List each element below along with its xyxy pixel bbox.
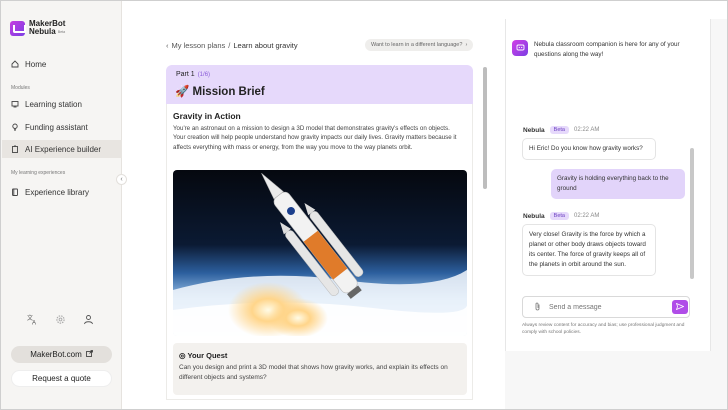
send-icon bbox=[675, 302, 685, 312]
sidebar-item-home[interactable]: Home bbox=[2, 55, 122, 73]
logo-mark-icon bbox=[10, 20, 26, 36]
sidebar: MakerBot Nebula Beta Home Modules Learni… bbox=[1, 1, 122, 409]
quest-box: ◎ Your Quest Can you design and print a … bbox=[173, 343, 467, 395]
logo-badge: Beta bbox=[57, 30, 66, 34]
request-quote-label: Request a quote bbox=[32, 374, 91, 383]
sender-name: Nebula bbox=[523, 212, 545, 220]
translate-icon[interactable]: 文A bbox=[27, 314, 38, 328]
learning-icon bbox=[11, 100, 19, 108]
breadcrumb-parent-link[interactable]: My lesson plans bbox=[172, 41, 226, 50]
language-switch-button[interactable]: Want to learn in a different language? › bbox=[365, 39, 474, 51]
message-time: 02:22 AM bbox=[574, 127, 600, 133]
clipboard-icon bbox=[11, 145, 19, 153]
rocket-launch-image bbox=[173, 170, 467, 336]
experiences-section-label: My learning experiences bbox=[11, 170, 66, 176]
svg-text:A: A bbox=[32, 321, 36, 326]
lesson-content: Gravity in Action You're an astronaut on… bbox=[166, 104, 473, 400]
target-icon: ◎ bbox=[179, 351, 186, 360]
sidebar-item-label: Home bbox=[25, 59, 47, 69]
section-title: Gravity in Action bbox=[173, 111, 241, 121]
lightbulb-icon bbox=[11, 123, 19, 131]
quest-text: Can you design and print a 3D model that… bbox=[179, 364, 448, 381]
sidebar-item-label: Experience library bbox=[25, 187, 90, 197]
utility-icons: 文A bbox=[27, 314, 94, 328]
modules-section-label: Modules bbox=[11, 85, 30, 91]
nebula-bot-avatar-icon bbox=[512, 40, 528, 56]
sender-name: Nebula bbox=[523, 126, 545, 134]
user-icon[interactable] bbox=[83, 314, 94, 328]
collapse-sidebar-button[interactable]: ‹ bbox=[116, 174, 127, 185]
home-icon bbox=[11, 60, 19, 68]
breadcrumb-current: Learn about gravity bbox=[233, 41, 298, 50]
message-input[interactable] bbox=[549, 303, 689, 311]
settings-gear-icon[interactable] bbox=[55, 314, 66, 328]
chevron-right-icon: › bbox=[465, 42, 468, 48]
chat-disclaimer: Always review content for accuracy and b… bbox=[522, 323, 685, 335]
lesson-card-header: Part 1 (1/6) 🚀 Mission Brief bbox=[166, 65, 473, 104]
sidebar-item-label: AI Experience builder bbox=[25, 144, 102, 154]
sidebar-item-label: Funding assistant bbox=[25, 122, 88, 132]
chevron-left-icon: ‹ bbox=[166, 41, 169, 50]
beta-badge: Beta bbox=[549, 212, 569, 220]
external-link-icon bbox=[85, 350, 93, 359]
chevron-left-icon: ‹ bbox=[120, 176, 123, 183]
message-time: 02:22 AM bbox=[574, 213, 600, 219]
makerbot-nebula-logo[interactable]: MakerBot Nebula Beta bbox=[10, 20, 65, 36]
section-text: You're an astronaut on a mission to desi… bbox=[173, 125, 457, 151]
mission-title: Mission Brief bbox=[192, 86, 265, 98]
bot-message: Hi Eric! Do you know how gravity works? bbox=[522, 138, 656, 160]
content-scrollbar[interactable] bbox=[483, 67, 487, 189]
sidebar-item-label: Learning station bbox=[25, 99, 82, 109]
book-icon bbox=[11, 188, 19, 196]
request-quote-button[interactable]: Request a quote bbox=[11, 370, 112, 387]
message-meta: Nebula Beta 02:22 AM bbox=[523, 126, 599, 134]
sidebar-item-ai-experience-builder[interactable]: AI Experience builder bbox=[2, 140, 122, 158]
sidebar-item-learning-station[interactable]: Learning station bbox=[2, 95, 122, 113]
sidebar-item-experience-library[interactable]: Experience library bbox=[2, 183, 122, 201]
bot-message: Very close! Gravity is the force by whic… bbox=[522, 224, 656, 276]
attachment-icon[interactable] bbox=[529, 302, 545, 313]
user-message: Gravity is holding everything back to th… bbox=[551, 169, 685, 199]
logo-line2: Nebula bbox=[29, 27, 56, 36]
quest-title: Your Quest bbox=[187, 351, 228, 360]
breadcrumb-separator: / bbox=[228, 41, 231, 50]
makerbot-link-label: MakerBot.com bbox=[30, 350, 82, 359]
part-label: Part 1 bbox=[176, 71, 195, 78]
message-meta: Nebula Beta 02:22 AM bbox=[523, 212, 599, 220]
makerbot-link-button[interactable]: MakerBot.com bbox=[11, 346, 112, 363]
message-input-box bbox=[522, 296, 690, 318]
breadcrumb: ‹ My lesson plans / Learn about gravity bbox=[166, 41, 298, 50]
chat-scrollbar[interactable] bbox=[690, 148, 694, 279]
rocket-icon: 🚀 bbox=[175, 86, 190, 98]
beta-badge: Beta bbox=[549, 126, 569, 134]
part-count: (1/6) bbox=[197, 72, 211, 78]
chat-intro-text: Nebula classroom companion is here for a… bbox=[534, 41, 680, 58]
language-prompt-label: Want to learn in a different language? bbox=[371, 42, 463, 48]
send-button[interactable] bbox=[672, 300, 688, 314]
sidebar-item-funding-assistant[interactable]: Funding assistant bbox=[2, 118, 122, 136]
